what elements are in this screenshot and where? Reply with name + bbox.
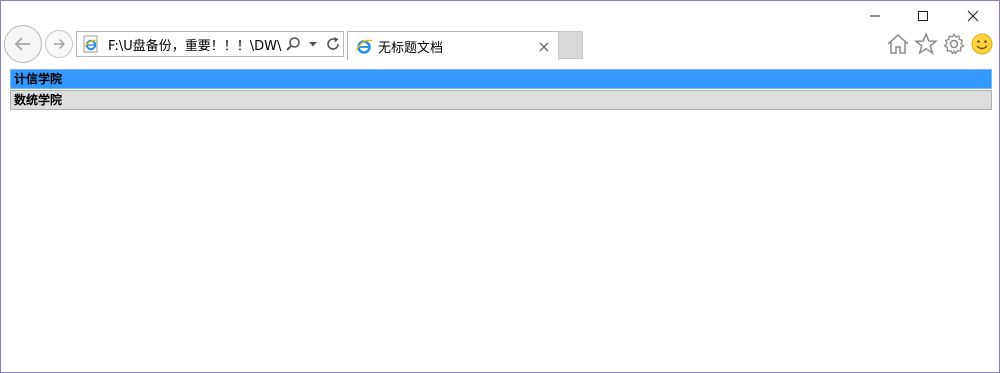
favorites-button[interactable]	[913, 31, 939, 57]
home-button[interactable]	[885, 31, 911, 57]
address-dropdown-button[interactable]	[303, 33, 323, 55]
forward-button[interactable]	[45, 30, 73, 58]
maximize-button[interactable]	[900, 1, 946, 31]
ie-page-icon	[80, 33, 102, 55]
feedback-button[interactable]	[969, 31, 995, 57]
college-item-jixin[interactable]: 计信学院	[10, 69, 992, 89]
search-button[interactable]	[283, 33, 303, 55]
refresh-icon	[327, 37, 339, 50]
search-icon	[286, 37, 300, 51]
refresh-button[interactable]	[323, 33, 343, 55]
ie-logo-icon	[353, 35, 375, 57]
college-label: 计信学院	[14, 72, 63, 86]
star-icon	[914, 32, 938, 55]
chevron-down-icon	[309, 42, 317, 47]
college-item-shutong[interactable]: 数统学院	[10, 90, 992, 110]
minimize-icon	[870, 15, 880, 17]
college-label: 数统学院	[14, 93, 63, 107]
address-bar[interactable]: F:\U盘备份，重要！！！\DW\	[76, 31, 344, 57]
smiley-icon	[971, 33, 993, 55]
tab-close-button[interactable]: ×	[534, 36, 554, 56]
browser-window: F:\U盘备份，重要！！！\DW\ 无标题文档 × 计信学院 数统学院	[0, 0, 1000, 373]
gear-icon	[943, 33, 965, 55]
back-arrow-icon	[14, 37, 30, 51]
maximize-icon	[918, 11, 928, 21]
back-button[interactable]	[4, 25, 42, 63]
forward-arrow-icon	[54, 38, 66, 50]
url-text[interactable]: F:\U盘备份，重要！！！\DW\	[108, 35, 283, 54]
page-content: 计信学院 数统学院	[10, 69, 992, 110]
home-icon	[887, 33, 909, 54]
browser-tab[interactable]: 无标题文档 ×	[347, 31, 559, 60]
minimize-button[interactable]	[852, 1, 898, 31]
tools-button[interactable]	[941, 31, 967, 57]
tab-title: 无标题文档	[378, 40, 444, 56]
close-button[interactable]	[950, 1, 996, 31]
close-icon	[967, 10, 979, 22]
new-tab-button[interactable]	[558, 31, 583, 59]
